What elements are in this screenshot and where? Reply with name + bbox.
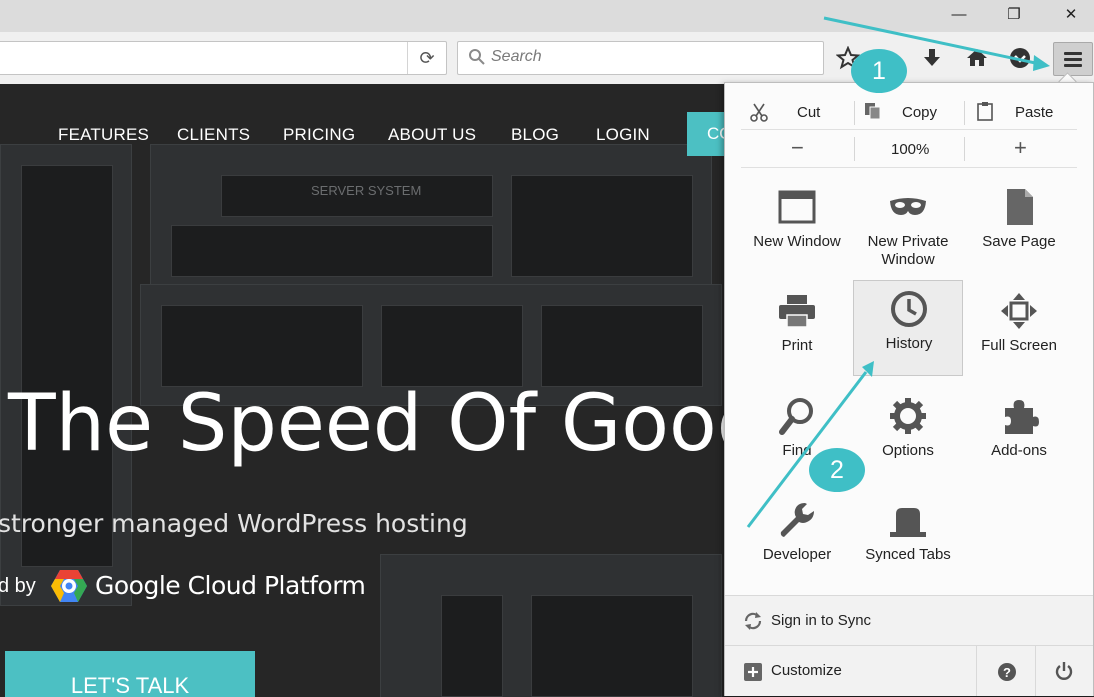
callout-step-1: 1	[851, 49, 907, 93]
annotation-arrows	[746, 16, 1050, 528]
arrowhead	[1033, 55, 1050, 71]
callout-step-2: 2	[809, 448, 865, 492]
